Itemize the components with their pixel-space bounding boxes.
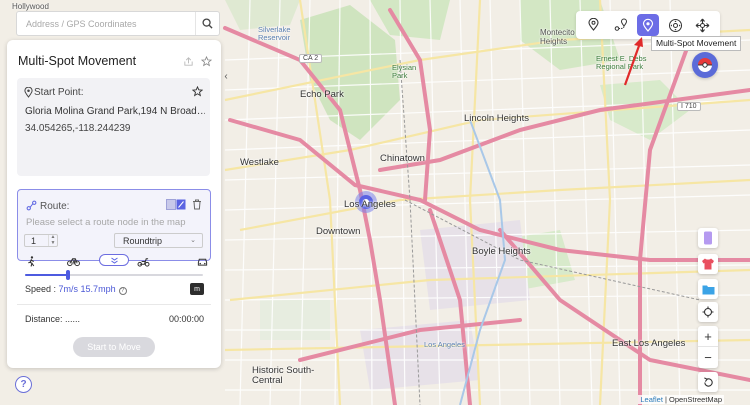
import-gpx-button[interactable]: [166, 199, 186, 210]
repeat-count-value: 1: [31, 235, 37, 246]
walk-icon[interactable]: [27, 256, 36, 270]
folder-button[interactable]: [698, 279, 718, 299]
multi-spot-mode-button[interactable]: [636, 14, 659, 36]
map-label-river: Los Angeles: [424, 340, 465, 349]
repeat-count-stepper[interactable]: 1 ▲ ▼: [24, 234, 58, 247]
speed-slider[interactable]: [25, 270, 203, 280]
two-spot-icon: [614, 18, 627, 31]
map-label-east-la: East Los Angeles: [612, 338, 686, 349]
info-icon[interactable]: ?: [118, 287, 127, 295]
phone-icon: [704, 231, 712, 245]
leaflet-link[interactable]: Leaflet: [640, 395, 663, 404]
crosshair-icon: [702, 306, 714, 318]
move-mode-button[interactable]: [691, 14, 713, 36]
multi-spot-icon: [642, 18, 654, 32]
speed-row: Speed : 7m/s 15.7mph?: [25, 284, 127, 295]
highway-shield-ca2: CA 2: [299, 54, 323, 63]
speed-presets: [27, 256, 208, 270]
map-label-silverlake: Silverlake Reservoir: [258, 25, 291, 42]
search-button[interactable]: [195, 12, 219, 35]
locate-button[interactable]: [698, 302, 718, 322]
location-pin-icon: [24, 87, 33, 98]
panel-title: Multi-Spot Movement: [18, 54, 137, 68]
divider: [17, 304, 211, 305]
collapse-panel-button[interactable]: ‹: [221, 66, 231, 86]
multi-spot-panel: Multi-Spot Movement Start Point: Gloria …: [7, 40, 221, 368]
start-point-coordinates: 34.054265,-118.244239: [25, 123, 131, 134]
route-card[interactable]: Route: Please select a route node in the…: [17, 189, 211, 266]
pokeball-button[interactable]: [692, 52, 718, 78]
move-icon: [695, 18, 710, 32]
start-point-address: Gloria Molina Grand Park,194 N Broad…: [25, 106, 205, 117]
teleport-mode-button[interactable]: [583, 14, 605, 36]
start-point-card: Start Point: Gloria Molina Grand Park,19…: [17, 78, 210, 176]
star-icon[interactable]: [192, 86, 203, 97]
map-label-hollywood: Hollywood: [12, 2, 49, 11]
osm-link[interactable]: OpenStreetMap: [669, 395, 722, 404]
map-attribution: Leaflet | OpenStreetMap: [638, 395, 724, 404]
teleport-icon: [588, 18, 599, 31]
car-icon[interactable]: [197, 256, 208, 270]
bicycle-icon[interactable]: [67, 256, 80, 270]
distance-label: Distance: ......: [25, 314, 81, 324]
scooter-icon[interactable]: [137, 256, 150, 270]
speed-slider-handle[interactable]: [65, 270, 70, 280]
pokeball-icon: [698, 58, 712, 72]
map-label-echo-park: Echo Park: [300, 89, 344, 100]
folder-icon: [702, 285, 714, 294]
trash-icon[interactable]: [192, 199, 202, 210]
time-value: 00:00:00: [168, 314, 204, 324]
cooldown-mode-badge[interactable]: m: [190, 283, 204, 295]
red-arrow-annotation: [623, 37, 643, 86]
refresh-icon: [703, 376, 713, 387]
help-button[interactable]: ?: [15, 376, 32, 393]
route-mode-value: Roundtrip: [123, 235, 163, 246]
map-label-los-angeles: Los Angeles: [344, 199, 396, 210]
search-input[interactable]: [17, 12, 195, 35]
skin-button[interactable]: [698, 254, 718, 274]
import-icon: [166, 199, 186, 210]
search-icon: [202, 18, 213, 29]
search-bar: [16, 11, 220, 36]
count-spin-buttons[interactable]: ▲ ▼: [48, 234, 57, 246]
speed-value: 7m/s 15.7mph: [58, 284, 116, 294]
speed-slider-fill: [25, 274, 68, 276]
map-label-westlake: Westlake: [240, 157, 279, 168]
phone-button[interactable]: [698, 228, 718, 248]
zoom-controls: + −: [698, 326, 718, 368]
speed-label: Speed :: [25, 284, 57, 294]
highway-shield-i710: I 710: [677, 102, 701, 111]
start-to-move-button[interactable]: Start to Move: [73, 337, 155, 357]
route-hint: Please select a route node in the map: [26, 217, 186, 228]
zoom-out-button[interactable]: −: [698, 347, 718, 368]
shirt-icon: [702, 258, 714, 270]
mode-toolbar: [576, 11, 720, 39]
map-label-boyle-heights: Boyle Heights: [472, 246, 531, 257]
route-mode-select[interactable]: Roundtrip ⌄: [114, 233, 203, 248]
map-label-chinatown: Chinatown: [380, 153, 425, 164]
share-icon[interactable]: [183, 56, 194, 67]
joystick-icon: [668, 18, 682, 32]
refresh-button[interactable]: [698, 372, 718, 392]
map-label-elysian: Elysian Park: [392, 63, 417, 80]
tooltip: Multi-Spot Movement: [651, 36, 742, 51]
route-icon: [26, 200, 37, 211]
route-label: Route:: [40, 201, 70, 212]
zoom-in-button[interactable]: +: [698, 326, 718, 347]
two-spot-mode-button[interactable]: [610, 14, 632, 36]
map-label-lincoln-heights: Lincoln Heights: [464, 113, 529, 124]
chevron-down-icon: ⌄: [190, 237, 196, 244]
favorite-star-icon[interactable]: [201, 56, 212, 67]
start-point-label: Start Point:: [34, 87, 84, 98]
map-label-downtown: Downtown: [316, 226, 361, 237]
map-label-south-central: Historic South-Central: [252, 365, 315, 386]
joystick-mode-button[interactable]: [664, 14, 686, 36]
